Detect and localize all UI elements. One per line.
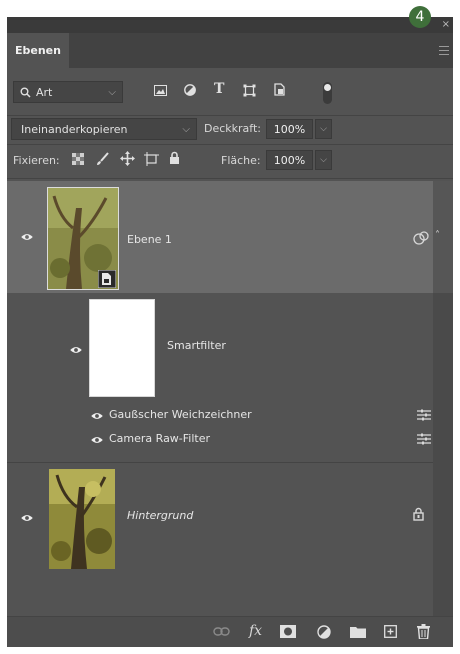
step-badge: 4 [409,6,431,28]
smartfilter-label: Smartfilter [167,339,226,352]
visibility-eye-icon[interactable] [69,346,83,354]
shape-filter-icon[interactable] [243,84,256,97]
blend-mode-select[interactable]: Ineinanderkopieren ⌵ [11,118,197,140]
filter-toggle[interactable] [323,82,332,104]
tab-layers[interactable]: Ebenen [7,33,69,68]
lock-pixels-brush-icon[interactable] [96,152,110,166]
layer-row-hintergrund[interactable]: Hintergrund [7,463,433,573]
lock-position-move-icon[interactable] [120,151,135,166]
filter-kind-label: Art [36,86,53,99]
filter-blending-options-icon[interactable] [417,433,431,445]
lock-all-icon[interactable] [169,151,180,165]
visibility-eye-icon[interactable] [20,514,34,522]
layer-name[interactable]: Hintergrund [127,509,193,522]
layer-filter-bar: Art ⌵ T [7,68,453,114]
opacity-field[interactable]: 100% [266,119,313,139]
image-filter-icon[interactable] [154,85,167,96]
lock-row: Fixieren: Fläche: 100% ⌵ [7,149,453,173]
collapse-chevron-icon[interactable]: ˄ [435,230,440,241]
visibility-eye-icon[interactable] [90,436,104,444]
smartfilter-row[interactable]: Smartfilter [7,293,433,403]
layer-row-ebene-1[interactable]: Ebene 1 ˄ [7,181,440,293]
panel-menu-icon[interactable] [439,46,449,55]
blend-mode-label: Ineinanderkopieren [21,123,128,136]
adjustment-filter-icon[interactable] [184,84,196,96]
add-mask-icon[interactable] [280,625,296,638]
delete-icon[interactable] [417,624,430,639]
layers-list: Ebene 1 ˄ Smartfilter Gaußscher Weichzei… [7,181,453,616]
layer-lock-icon[interactable] [413,507,424,521]
smartfilter-mask-thumbnail[interactable] [89,299,155,397]
chevron-down-icon: ⌵ [182,124,190,135]
filter-name: Gaußscher Weichzeichner [109,408,252,421]
smartobject-filter-icon[interactable] [274,83,285,96]
opacity-label: Deckkraft: [204,122,261,135]
layer-thumbnail [49,469,115,569]
link-layers-icon[interactable] [213,627,230,636]
fx-icon[interactable]: fx [249,623,262,639]
filter-name: Camera Raw-Filter [109,432,211,445]
filter-item-camera-raw[interactable]: Camera Raw-Filter [7,427,433,451]
search-icon [20,87,31,98]
new-layer-icon[interactable] [384,625,397,638]
smart-object-badge-icon [98,270,116,288]
adjustment-layer-icon[interactable] [317,625,331,639]
visibility-eye-icon[interactable] [90,412,104,420]
tab-bar: Ebenen [7,33,453,68]
chevron-down-icon: ⌵ [108,87,116,98]
filter-item-gaussian-blur[interactable]: Gaußscher Weichzeichner [7,403,433,427]
fill-field[interactable]: 100% [266,150,313,170]
close-icon[interactable]: × [442,19,450,30]
smartfilter-indicator-icon [413,231,429,245]
fill-label: Fläche: [221,154,261,167]
layer-name[interactable]: Ebene 1 [127,233,172,246]
lock-transparent-icon[interactable] [72,153,84,165]
layer-thumbnail [47,187,119,290]
opacity-dropdown-button[interactable]: ⌵ [315,119,332,139]
filter-blending-options-icon[interactable] [417,409,431,421]
lock-label: Fixieren: [13,154,60,167]
blend-row: Ineinanderkopieren ⌵ Deckkraft: 100% ⌵ [7,116,453,142]
filter-kind-select[interactable]: Art ⌵ [13,81,123,103]
panel-titlebar: × [7,17,453,33]
visibility-eye-icon[interactable] [20,233,34,241]
lock-artboard-icon[interactable] [144,152,159,166]
layers-panel: × Ebenen Art ⌵ T Ineinanderkopieren ⌵ De… [7,17,453,647]
group-folder-icon[interactable] [350,626,366,638]
fill-dropdown-button[interactable]: ⌵ [315,150,332,170]
layers-bottom-toolbar: fx [7,616,453,647]
type-filter-icon[interactable]: T [214,81,224,97]
